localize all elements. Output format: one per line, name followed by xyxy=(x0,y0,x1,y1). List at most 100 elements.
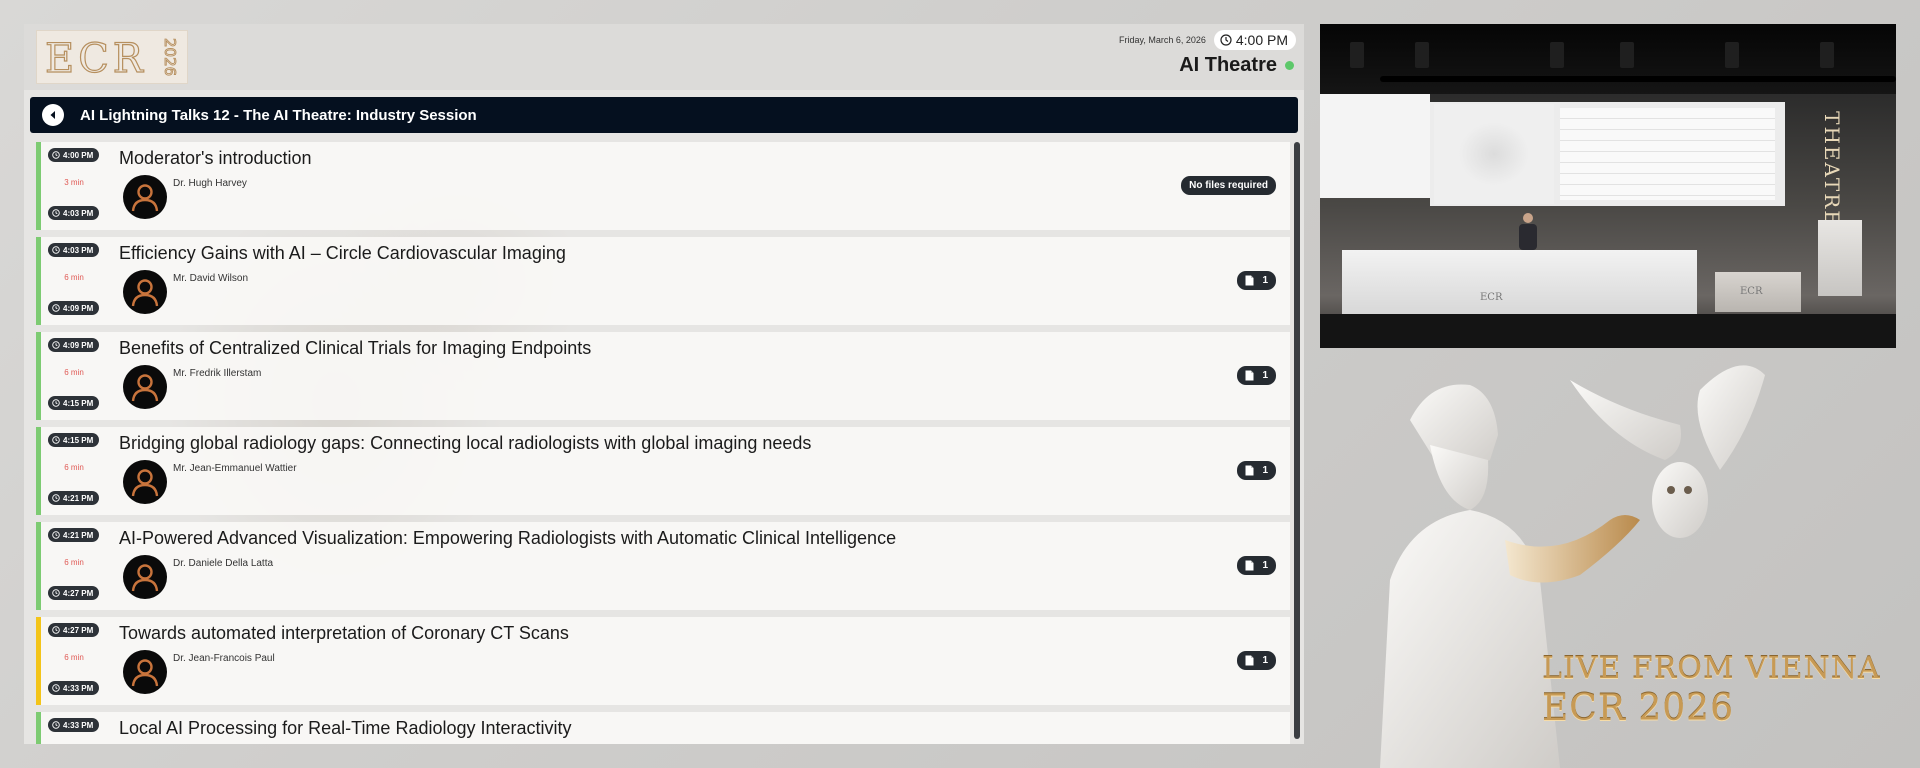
end-time-badge: 4:03 PM xyxy=(48,206,100,220)
clock-icon xyxy=(52,721,60,729)
file-icon xyxy=(1245,370,1254,381)
speaker-name: Mr. Jean-Emmanuel Wattier xyxy=(173,463,297,474)
talk-title[interactable]: AI-Powered Advanced Visualization: Empow… xyxy=(119,528,896,549)
current-time: 4:00 PM xyxy=(1213,30,1296,50)
sculpture-slide-image xyxy=(1434,104,1554,204)
panel-header: ECR 2026 Friday, March 6, 2026 4:00 PM A… xyxy=(24,24,1304,90)
talk-row[interactable]: 4:15 PM 6 min 4:21 PM Bridging global radio… xyxy=(36,427,1290,515)
start-time-badge: 4:21 PM xyxy=(48,528,100,542)
person-icon xyxy=(131,564,159,592)
duration: 6 min xyxy=(64,463,84,472)
end-time: 4:09 PM xyxy=(63,303,94,313)
ecr-logo: ECR 2026 xyxy=(36,30,188,84)
spotlight-icon xyxy=(1725,42,1739,68)
duration: 3 min xyxy=(64,178,84,187)
clock-icon xyxy=(52,399,60,407)
speaker-avatar xyxy=(123,270,167,314)
room-name-text: AI Theatre xyxy=(1179,54,1277,76)
talk-title[interactable]: Efficiency Gains with AI – Circle Cardio… xyxy=(119,243,566,264)
clock-icon xyxy=(52,589,60,597)
current-time-text: 4:00 PM xyxy=(1235,32,1288,48)
start-time-badge: 4:03 PM xyxy=(48,243,100,257)
files-label: 1 xyxy=(1262,465,1268,476)
speaker-name: Mr. Fredrik Illerstam xyxy=(173,368,262,379)
files-label: 1 xyxy=(1262,275,1268,286)
session-title: AI Lightning Talks 12 - The AI Theatre: … xyxy=(80,106,477,124)
clock-icon xyxy=(52,151,60,159)
files-button[interactable]: 1 xyxy=(1237,651,1276,670)
presentation-screen xyxy=(1430,102,1785,206)
duration: 6 min xyxy=(64,558,84,567)
spotlight-icon xyxy=(1620,42,1634,68)
podium xyxy=(1818,220,1862,296)
live-video[interactable]: THEATRE ECR ECR xyxy=(1320,24,1896,348)
status-accent xyxy=(36,237,41,325)
person-icon xyxy=(131,469,159,497)
current-date: Friday, March 6, 2026 xyxy=(1118,35,1206,45)
duration: 6 min xyxy=(64,368,84,377)
talk-title[interactable]: Local AI Processing for Real-Time Radiol… xyxy=(119,718,572,739)
theatre-sign-text: THEATRE xyxy=(1820,111,1845,227)
start-time-badge: 4:15 PM xyxy=(48,433,100,447)
session-bar: AI Lightning Talks 12 - The AI Theatre: … xyxy=(30,97,1298,133)
talk-row[interactable]: 4:27 PM 6 min 4:33 PM Towards automated int… xyxy=(36,617,1290,705)
datetime: Friday, March 6, 2026 4:00 PM xyxy=(1119,30,1296,50)
files-label: 1 xyxy=(1262,370,1268,381)
end-time: 4:03 PM xyxy=(63,208,94,218)
files-button[interactable]: 1 xyxy=(1237,271,1276,290)
talk-row[interactable]: 4:09 PM 6 min 4:15 PM Benefits of Centraliz… xyxy=(36,332,1290,420)
talk-title[interactable]: Moderator's introduction xyxy=(119,148,312,169)
scrollbar[interactable] xyxy=(1294,142,1300,739)
talk-list[interactable]: 4:00 PM 3 min 4:03 PM Moderator's introduct… xyxy=(36,142,1290,744)
slide-content xyxy=(1560,108,1775,200)
end-time: 4:27 PM xyxy=(63,588,94,598)
clock-icon xyxy=(52,209,60,217)
speaker-name: Mr. David Wilson xyxy=(173,273,249,284)
talk-row[interactable]: 4:33 PM Local AI Processing for Real-Time… xyxy=(36,712,1290,744)
end-time: 4:15 PM xyxy=(63,398,94,408)
start-time: 4:15 PM xyxy=(63,435,94,445)
status-accent xyxy=(36,522,41,610)
files-button[interactable]: 1 xyxy=(1237,556,1276,575)
file-icon xyxy=(1245,560,1254,571)
clock-icon xyxy=(52,341,60,349)
start-time: 4:27 PM xyxy=(63,625,94,635)
presenter-figure xyxy=(1519,213,1537,250)
svg-text:ECR: ECR xyxy=(45,36,147,82)
back-button[interactable] xyxy=(42,104,64,126)
talk-row[interactable]: 4:21 PM 6 min 4:27 PM AI-Powered Advanced V… xyxy=(36,522,1290,610)
talk-row[interactable]: 4:00 PM 3 min 4:03 PM Moderator's introduct… xyxy=(36,142,1290,230)
start-time: 4:09 PM xyxy=(63,340,94,350)
talk-title[interactable]: Bridging global radiology gaps: Connecti… xyxy=(119,433,811,454)
status-accent xyxy=(36,617,41,705)
files-button[interactable]: 1 xyxy=(1237,366,1276,385)
start-time: 4:03 PM xyxy=(63,245,94,255)
stage-floor xyxy=(1320,314,1896,348)
spotlight-icon xyxy=(1415,42,1429,68)
clock-icon xyxy=(52,531,60,539)
talk-title[interactable]: Towards automated interpretation of Coro… xyxy=(119,623,569,644)
start-time-badge: 4:33 PM xyxy=(48,718,100,732)
theatre-sign: THEATRE xyxy=(1812,109,1852,229)
spotlight-icon xyxy=(1350,42,1364,68)
moderator-desk xyxy=(1342,250,1697,316)
speaker-name: Dr. Jean-Francois Paul xyxy=(173,653,275,664)
no-files-badge: No files required xyxy=(1181,176,1276,195)
speaker-name: Dr. Daniele Della Latta xyxy=(173,558,274,569)
clock-icon xyxy=(52,684,60,692)
side-desk-logo: ECR xyxy=(1740,286,1763,297)
status-accent xyxy=(36,427,41,515)
start-time: 4:00 PM xyxy=(63,150,94,160)
talk-row[interactable]: 4:03 PM 6 min 4:09 PM Efficiency Gains with… xyxy=(36,237,1290,325)
lighting-rig xyxy=(1320,24,1896,94)
speaker-avatar xyxy=(123,650,167,694)
file-icon xyxy=(1245,275,1254,286)
status-accent xyxy=(36,332,41,420)
truss xyxy=(1380,76,1896,82)
start-time: 4:33 PM xyxy=(63,720,94,730)
talk-title[interactable]: Benefits of Centralized Clinical Trials … xyxy=(119,338,591,359)
files-button[interactable]: 1 xyxy=(1237,461,1276,480)
speaker-avatar xyxy=(123,555,167,599)
start-time-badge: 4:00 PM xyxy=(48,148,100,162)
status-accent xyxy=(36,712,41,744)
